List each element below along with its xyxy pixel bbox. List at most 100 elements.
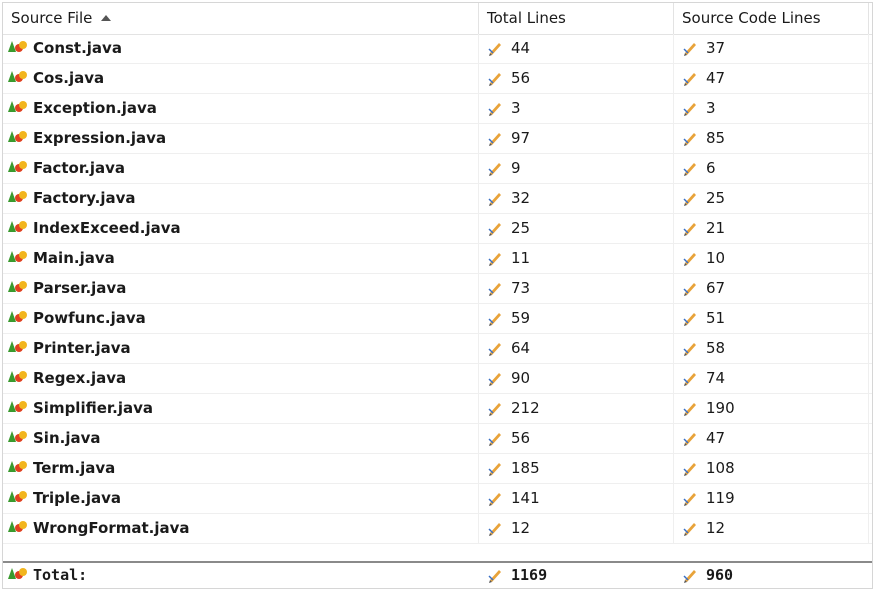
source-code-lines-value: 108 (706, 459, 735, 477)
source-code-lines-value: 37 (706, 39, 726, 57)
source-code-lines-cell: 74 (674, 364, 869, 393)
java-source-file-icon (8, 39, 28, 55)
total-label: Total: (33, 566, 88, 584)
source-code-lines-value: 12 (706, 519, 726, 537)
java-source-file-icon (8, 159, 28, 175)
java-source-file-icon (8, 489, 28, 505)
metrics-table: Source File Total Lines Source Code Line… (2, 2, 873, 589)
source-file-cell: Term.java (3, 454, 479, 483)
table-row[interactable]: Expression.java 97 85 (3, 124, 872, 154)
pencil-ruler-icon (683, 570, 696, 583)
table-row[interactable]: Parser.java 73 67 (3, 274, 872, 304)
table-row[interactable]: Const.java 44 37 (3, 34, 872, 64)
total-lines-cell: 212 (479, 394, 674, 423)
pencil-ruler-icon (488, 193, 501, 206)
source-code-lines-cell: 47 (674, 424, 869, 453)
file-name: Factory.java (33, 189, 136, 207)
java-source-file-icon (8, 519, 28, 535)
source-file-cell: Factory.java (3, 184, 479, 213)
pencil-ruler-icon (488, 73, 501, 86)
source-code-lines-value: 190 (706, 399, 735, 417)
source-file-cell: Simplifier.java (3, 394, 479, 423)
source-code-lines-cell: 85 (674, 124, 869, 153)
file-name: Factor.java (33, 159, 125, 177)
file-name: Term.java (33, 459, 116, 477)
table-row[interactable]: Triple.java 141 119 (3, 484, 872, 514)
table-row[interactable]: Regex.java 90 74 (3, 364, 872, 394)
total-lines-cell: 44 (479, 34, 674, 63)
java-source-file-icon (8, 566, 28, 582)
source-code-lines-cell: 51 (674, 304, 869, 333)
java-source-file-icon (8, 129, 28, 145)
java-source-file-icon (8, 339, 28, 355)
pencil-ruler-icon (683, 73, 696, 86)
pencil-ruler-icon (683, 433, 696, 446)
source-code-lines-cell: 67 (674, 274, 869, 303)
total-lines-cell: 1169 (479, 563, 674, 588)
table-row[interactable]: Powfunc.java 59 51 (3, 304, 872, 334)
table-header: Source File Total Lines Source Code Line… (3, 3, 872, 35)
table-row[interactable]: IndexExceed.java 25 21 (3, 214, 872, 244)
pencil-ruler-icon (488, 103, 501, 116)
total-lines-value: 73 (511, 279, 531, 297)
total-lines-cell: 32 (479, 184, 674, 213)
total-lines-value: 25 (511, 219, 531, 237)
pencil-ruler-icon (488, 433, 501, 446)
source-file-cell: Regex.java (3, 364, 479, 393)
file-name: Triple.java (33, 489, 122, 507)
pencil-ruler-icon (683, 313, 696, 326)
file-name: Sin.java (33, 429, 101, 447)
file-name: Expression.java (33, 129, 167, 147)
column-header-label: Total Lines (487, 9, 566, 27)
total-code-lines-cell: 960 (674, 563, 869, 588)
total-code-lines-value: 960 (706, 566, 734, 584)
total-lines-value: 64 (511, 339, 531, 357)
source-code-lines-cell: 10 (674, 244, 869, 273)
pencil-ruler-icon (488, 523, 501, 536)
pencil-ruler-icon (488, 283, 501, 296)
column-header-source-code-lines[interactable]: Source Code Lines (674, 3, 869, 34)
total-label-cell: Total: (3, 563, 479, 588)
java-source-file-icon (8, 69, 28, 85)
table-row[interactable]: Exception.java 3 3 (3, 94, 872, 124)
table-row[interactable]: WrongFormat.java 12 12 (3, 514, 872, 544)
pencil-ruler-icon (488, 463, 501, 476)
source-file-cell: Sin.java (3, 424, 479, 453)
file-name: Main.java (33, 249, 115, 267)
pencil-ruler-icon (488, 493, 501, 506)
pencil-ruler-icon (488, 313, 501, 326)
table-row[interactable]: Term.java 185 108 (3, 454, 872, 484)
java-source-file-icon (8, 309, 28, 325)
column-header-total-lines[interactable]: Total Lines (479, 3, 674, 34)
source-code-lines-value: 25 (706, 189, 726, 207)
file-name: Cos.java (33, 69, 105, 87)
total-lines-value: 141 (511, 489, 540, 507)
total-lines-value: 3 (511, 99, 521, 117)
table-row[interactable]: Main.java 11 10 (3, 244, 872, 274)
total-lines-value: 90 (511, 369, 531, 387)
file-name: Printer.java (33, 339, 131, 357)
table-row[interactable]: Sin.java 56 47 (3, 424, 872, 454)
total-lines-value: 32 (511, 189, 531, 207)
java-source-file-icon (8, 429, 28, 445)
source-code-lines-cell: 12 (674, 514, 869, 543)
source-file-cell: Triple.java (3, 484, 479, 513)
total-lines-cell: 56 (479, 64, 674, 93)
sort-ascending-icon (101, 15, 112, 21)
table-row[interactable]: Factory.java 32 25 (3, 184, 872, 214)
pencil-ruler-icon (683, 343, 696, 356)
table-row[interactable]: Factor.java 9 6 (3, 154, 872, 184)
java-source-file-icon (8, 219, 28, 235)
source-file-cell: Parser.java (3, 274, 479, 303)
total-row[interactable]: Total: 1169 960 (3, 561, 872, 588)
source-code-lines-cell: 37 (674, 34, 869, 63)
table-row[interactable]: Printer.java 64 58 (3, 334, 872, 364)
java-source-file-icon (8, 459, 28, 475)
table-row[interactable]: Simplifier.java 212 190 (3, 394, 872, 424)
java-source-file-icon (8, 99, 28, 115)
source-code-lines-cell: 3 (674, 94, 869, 123)
total-lines-value: 59 (511, 309, 531, 327)
table-row[interactable]: Cos.java 56 47 (3, 64, 872, 94)
column-header-source-file[interactable]: Source File (3, 3, 479, 34)
source-code-lines-cell: 6 (674, 154, 869, 183)
